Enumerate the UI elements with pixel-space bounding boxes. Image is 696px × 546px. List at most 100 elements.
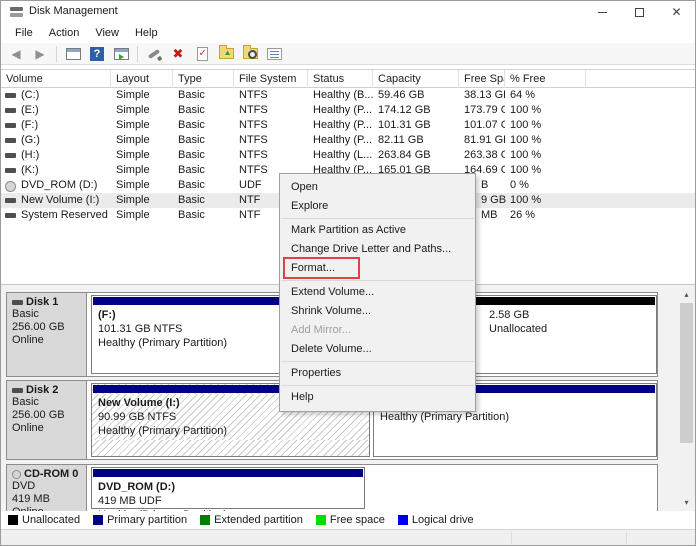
menu-separator [281,385,474,386]
cell-volume: (E:) [1,103,111,118]
cell-status: Healthy (L... [313,149,373,161]
menu-item-change-drive-letter[interactable]: Change Drive Letter and Paths... [280,240,475,259]
vertical-scrollbar[interactable]: ▴ ▾ [679,287,694,510]
cell-layout: Simple [116,194,150,206]
forward-icon[interactable]: ▶ [30,45,50,63]
disc-icon [12,469,21,479]
menu-help[interactable]: Help [127,23,166,43]
column-header-volume[interactable]: Volume [1,70,111,88]
cell-layout: Simple [116,209,150,221]
cell-free-space: 38.13 GB [464,89,505,101]
menu-item-help[interactable]: Help [280,388,475,407]
table-row-f[interactable]: (F:) Simple Basic NTFS Healthy (P... 101… [1,118,695,133]
cell-capacity: 59.46 GB [378,89,425,101]
menu-item-delete-volume[interactable]: Delete Volume... [280,340,475,359]
menu-view[interactable]: View [87,23,127,43]
cell-free-space: 81.91 GB [464,134,505,146]
column-header-type[interactable]: Type [173,70,234,88]
menu-item-explore[interactable]: Explore [280,197,475,216]
minimize-icon [598,11,607,13]
table-row-g[interactable]: (G:) Simple Basic NTFS Healthy (P... 82.… [1,133,695,148]
minimize-button[interactable] [584,1,621,23]
cell-type: Basic [178,119,205,131]
disk-type: Basic [12,396,39,408]
cd-rom-0-label[interactable]: CD-ROM 0 DVD 419 MB Online [7,465,87,511]
check-document-icon[interactable] [192,45,212,63]
disk-status: Online [12,334,44,346]
partition-dvd-rom[interactable]: DVD_ROM (D:) 419 MB UDF Healthy (Primary… [91,467,365,511]
unallocated-swatch [8,515,18,525]
folder-up-icon[interactable] [216,45,236,63]
cell-type: Basic [178,179,205,191]
drive-icon [5,138,17,144]
table-row-e[interactable]: (E:) Simple Basic NTFS Healthy (P... 174… [1,103,695,118]
folder-search-icon[interactable] [240,45,260,63]
column-header-pct-free[interactable]: % Free [505,70,586,88]
help-icon[interactable]: ? [87,45,107,63]
disk-2-label[interactable]: Disk 2 Basic 256.00 GB Online [7,381,87,459]
disk-type: DVD [12,480,36,492]
column-header-capacity[interactable]: Capacity [373,70,459,88]
column-header-layout[interactable]: Layout [111,70,173,88]
cell-pct-free: 100 % [510,164,542,176]
delete-icon[interactable]: ✖ [168,45,188,63]
cell-status: Healthy (P... [313,104,373,116]
disk-1-label[interactable]: Disk 1 Basic 256.00 GB Online [7,293,87,376]
menu-item-mark-partition-active[interactable]: Mark Partition as Active [280,221,475,240]
pointer-tool-icon[interactable] [144,45,164,63]
menu-item-shrink-volume[interactable]: Shrink Volume... [280,302,475,321]
scroll-down-icon[interactable]: ▾ [679,495,694,510]
cell-free-space: 173.79 GB [464,104,505,116]
table-row-c[interactable]: (C:) Simple Basic NTFS Healthy (B... 59.… [1,88,695,103]
disk-name: Disk 1 [26,296,59,308]
scrollbar-thumb[interactable] [680,303,693,443]
table-row-h[interactable]: (H:) Simple Basic NTFS Healthy (L... 263… [1,148,695,163]
column-header-status[interactable]: Status [308,70,373,88]
menu-file[interactable]: File [7,23,41,43]
cell-volume: System Reserved [1,208,111,223]
column-header-file-system[interactable]: File System [234,70,308,88]
cell-file-system: NTFS [239,119,268,131]
statusbar-separator [511,532,512,544]
menu-item-format[interactable]: Format... [280,259,475,278]
cell-volume: (G:) [1,133,111,148]
back-icon[interactable]: ◀ [6,45,26,63]
free-space-swatch [315,515,326,525]
cell-pct-free: 100 % [510,104,542,116]
cell-type: Basic [178,209,205,221]
cell-file-system: NTFS [239,149,268,161]
primary-partition-swatch [93,515,104,525]
properties-icon[interactable] [264,45,284,63]
column-header-free-space[interactable]: Free Spa... [459,70,505,88]
menu-bar: File Action View Help [1,23,695,43]
partition-size: 2.58 GB [489,309,530,321]
partition-size: 419 MB UDF [98,495,162,507]
app-icon [10,6,24,18]
console-window-play-icon[interactable] [111,45,131,63]
drive-icon [5,198,17,204]
menu-separator [281,280,474,281]
cell-layout: Simple [116,134,150,146]
cell-pct-free: 100 % [510,149,542,161]
cell-pct-free: 100 % [510,119,542,131]
context-menu: Open Explore Mark Partition as Active Ch… [279,173,476,412]
partition-color-bar [446,297,655,305]
cell-volume: (H:) [1,148,111,163]
close-button[interactable]: ✕ [658,1,695,23]
disk-status: Online [12,422,44,434]
maximize-button[interactable] [621,1,658,23]
menu-item-add-mirror: Add Mirror... [291,324,351,336]
scroll-up-icon[interactable]: ▴ [679,287,694,302]
disk-name: Disk 2 [26,384,59,396]
menu-item-extend-volume[interactable]: Extend Volume... [280,283,475,302]
menu-separator [281,361,474,362]
menu-action[interactable]: Action [41,23,88,43]
legend-unallocated: Unallocated [8,514,80,526]
console-window-icon[interactable] [63,45,83,63]
menu-item-properties[interactable]: Properties [280,364,475,383]
cell-type: Basic [178,194,205,206]
cell-pct-free: 26 % [510,209,536,221]
disk-icon [12,299,23,305]
menu-item-open[interactable]: Open [280,178,475,197]
partition-status: Healthy (Primary Partition) [98,425,227,437]
